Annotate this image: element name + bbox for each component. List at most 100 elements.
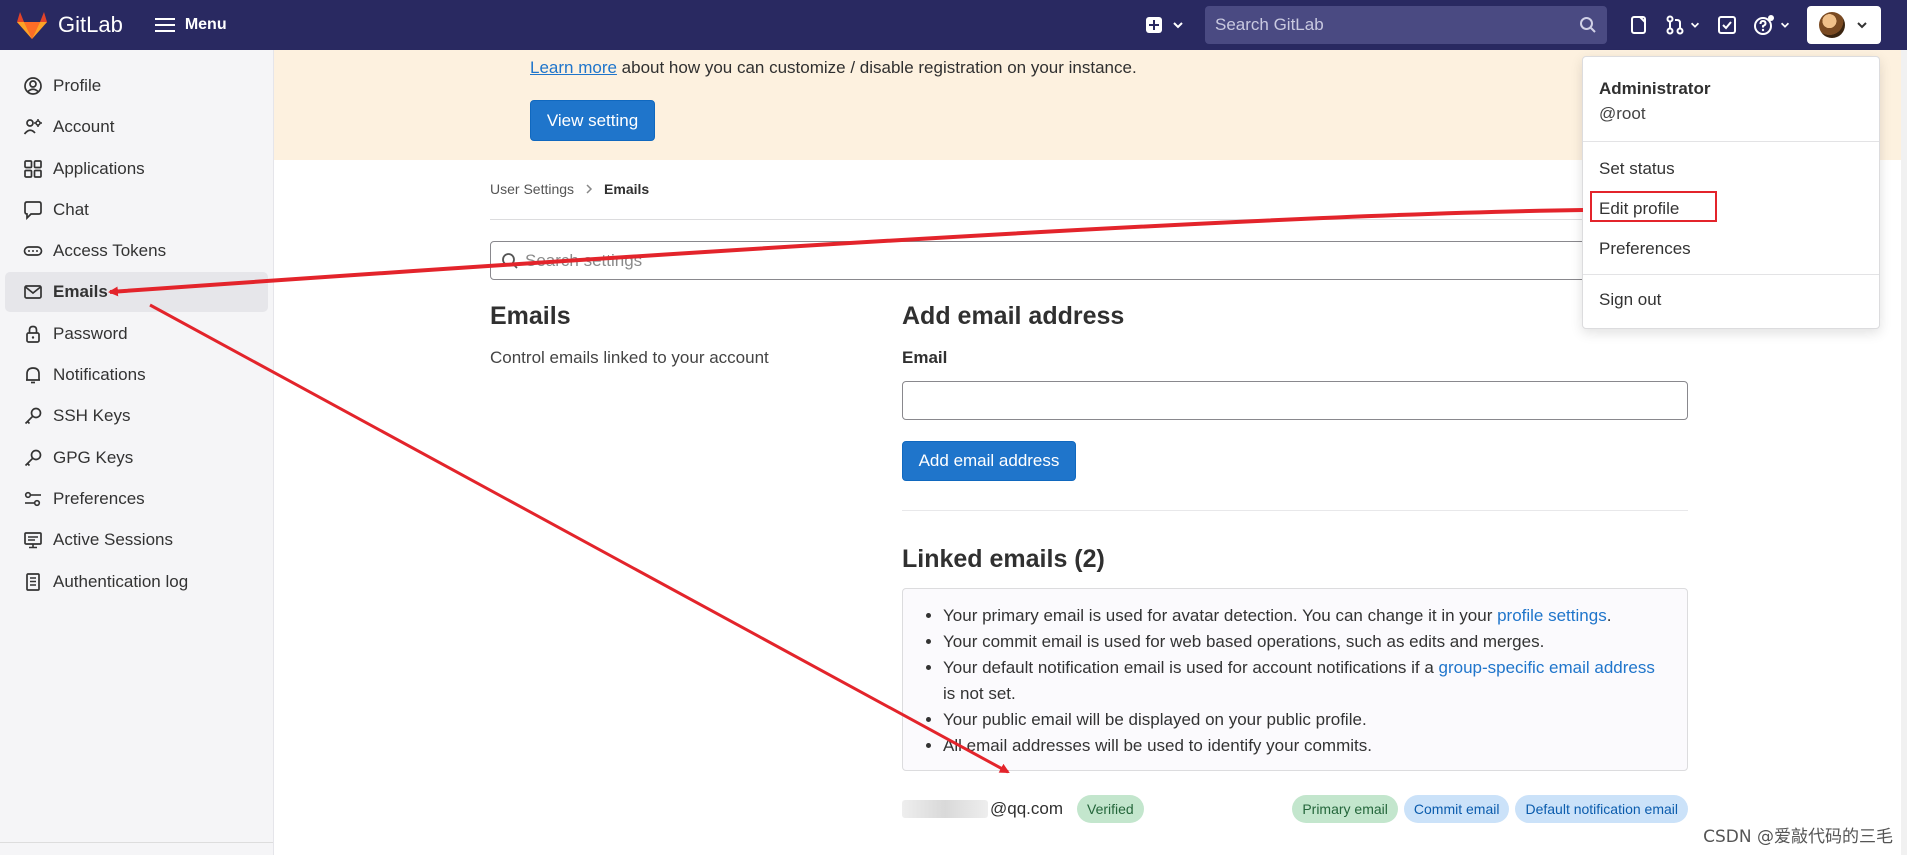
add-email-button[interactable]: Add email address — [902, 441, 1076, 481]
section-title: Emails — [490, 302, 571, 330]
bell-icon — [26, 367, 40, 384]
settings-search-input[interactable] — [525, 250, 1686, 271]
menu-item-set-status[interactable]: Set status — [1599, 159, 1675, 179]
sidebar-item-label: Emails — [53, 282, 108, 302]
sidebar-item-active-sessions[interactable]: Active Sessions — [5, 520, 268, 560]
commit-email-badge: Commit email — [1403, 795, 1510, 823]
email-field[interactable] — [902, 381, 1688, 420]
app-title: GitLab — [58, 12, 123, 37]
issues-button[interactable] — [1621, 7, 1657, 43]
divider — [490, 219, 1687, 220]
sidebar-item-applications[interactable]: Applications — [5, 149, 268, 189]
top-navbar: GitLab Menu — [0, 0, 1907, 50]
plus-square-icon — [1146, 17, 1162, 33]
verified-badge: Verified — [1077, 795, 1144, 823]
chevron-down-icon — [1857, 22, 1867, 29]
sidebar-item-label: Notifications — [53, 365, 146, 385]
group-specific-email-link[interactable]: group-specific email address — [1439, 658, 1655, 677]
todos-button[interactable] — [1709, 7, 1745, 43]
primary-email-badge: Primary email — [1292, 795, 1398, 823]
monitor-icon — [24, 532, 42, 549]
sidebar-item-label: Authentication log — [53, 571, 189, 591]
sidebar-item-notifications[interactable]: Notifications — [5, 355, 268, 395]
menu-button[interactable]: Menu — [154, 16, 227, 34]
menu-item-preferences[interactable]: Preferences — [1599, 239, 1691, 259]
dropdown-username: @root — [1599, 104, 1646, 123]
default-notification-email-badge: Default notification email — [1515, 795, 1688, 823]
info-line-public: Your public email will be displayed on y… — [943, 707, 1667, 733]
settings-sidebar: Profile Account Applications Chat Access… — [0, 50, 274, 855]
settings-search[interactable] — [490, 241, 1687, 280]
menu-label: Menu — [184, 16, 227, 33]
add-email-title: Add email address — [902, 302, 1125, 330]
sidebar-item-label: Active Sessions — [53, 530, 173, 550]
sidebar-item-preferences[interactable]: Preferences — [5, 479, 268, 519]
scrollbar[interactable] — [1901, 50, 1907, 855]
menu-item-sign-out[interactable]: Sign out — [1599, 290, 1661, 310]
chat-icon — [24, 201, 42, 220]
gitlab-logo-icon — [17, 12, 47, 39]
view-setting-button[interactable]: View setting — [530, 100, 655, 141]
sidebar-item-account[interactable]: Account — [5, 107, 268, 147]
sidebar-item-ssh-keys[interactable]: SSH Keys — [5, 396, 268, 436]
key-icon — [24, 449, 42, 466]
user-icon — [24, 77, 42, 95]
search-icon — [1580, 17, 1596, 33]
search-icon — [502, 252, 518, 269]
sidebar-item-profile[interactable]: Profile — [5, 66, 268, 106]
learn-more-link[interactable]: Learn more — [530, 58, 617, 77]
sidebar-item-emails[interactable]: Emails — [5, 272, 268, 313]
sidebar-item-authentication-log[interactable]: Authentication log — [5, 562, 268, 602]
token-icon — [23, 246, 43, 257]
section-description: Control emails linked to your account — [490, 348, 769, 367]
dropdown-user-name: Administrator — [1599, 79, 1711, 98]
sidebar-item-label: GPG Keys — [53, 447, 134, 467]
sidebar-item-label: Password — [53, 323, 128, 343]
divider — [902, 510, 1688, 511]
divider — [1583, 141, 1879, 142]
sidebar-item-password[interactable]: Password — [5, 314, 268, 354]
new-dropdown-button[interactable] — [1137, 7, 1193, 43]
sidebar-item-label: Access Tokens — [53, 241, 167, 261]
divider — [1583, 274, 1879, 275]
sidebar-item-label: Account — [53, 117, 115, 137]
user-menu-button[interactable] — [1807, 6, 1881, 44]
annotation-highlight-box — [1590, 191, 1717, 222]
issues-icon — [1631, 16, 1646, 34]
banner-message: Learn more about how you can customize /… — [530, 58, 1137, 78]
help-button[interactable] — [1745, 7, 1799, 43]
breadcrumb-current: Emails — [604, 181, 650, 197]
sidebar-item-chat[interactable]: Chat — [5, 190, 268, 230]
info-line-commit: Your commit email is used for web based … — [943, 629, 1667, 655]
global-search[interactable] — [1205, 6, 1607, 44]
info-line-primary: Your primary email is used for avatar de… — [943, 603, 1667, 629]
banner-text: about how you can customize / disable re… — [616, 58, 1137, 77]
search-input[interactable] — [1215, 15, 1579, 35]
mail-icon — [24, 285, 42, 300]
hamburger-icon — [154, 18, 175, 32]
applications-icon — [24, 159, 42, 178]
sidebar-divider — [0, 842, 273, 843]
chevron-down-icon — [1173, 22, 1183, 29]
breadcrumb-user-settings[interactable]: User Settings — [490, 181, 574, 197]
todo-icon — [1718, 16, 1736, 34]
sidebar-item-label: SSH Keys — [53, 406, 131, 426]
sidebar-item-label: Preferences — [53, 488, 145, 508]
gitlab-home-link[interactable]: GitLab — [16, 10, 123, 40]
sidebar-item-gpg-keys[interactable]: GPG Keys — [5, 438, 268, 478]
breadcrumb: User Settings Emails — [490, 181, 649, 197]
log-icon — [26, 572, 40, 591]
profile-settings-link[interactable]: profile settings — [1497, 606, 1607, 625]
info-line-notification: Your default notification email is used … — [943, 655, 1667, 707]
email-address: @qq.com — [990, 799, 1064, 818]
help-icon — [1754, 15, 1774, 35]
watermark: CSDN @爱敲代码的三毛 — [1703, 827, 1893, 847]
chevron-down-icon — [1690, 22, 1700, 28]
merge-request-icon — [1666, 15, 1684, 35]
key-icon — [24, 408, 42, 425]
info-line-identify: All email addresses will be used to iden… — [943, 733, 1667, 759]
linked-emails-info: Your primary email is used for avatar de… — [902, 588, 1688, 771]
merge-requests-button[interactable] — [1657, 7, 1709, 43]
chevron-down-icon — [1780, 22, 1790, 28]
sidebar-item-access-tokens[interactable]: Access Tokens — [5, 231, 268, 271]
